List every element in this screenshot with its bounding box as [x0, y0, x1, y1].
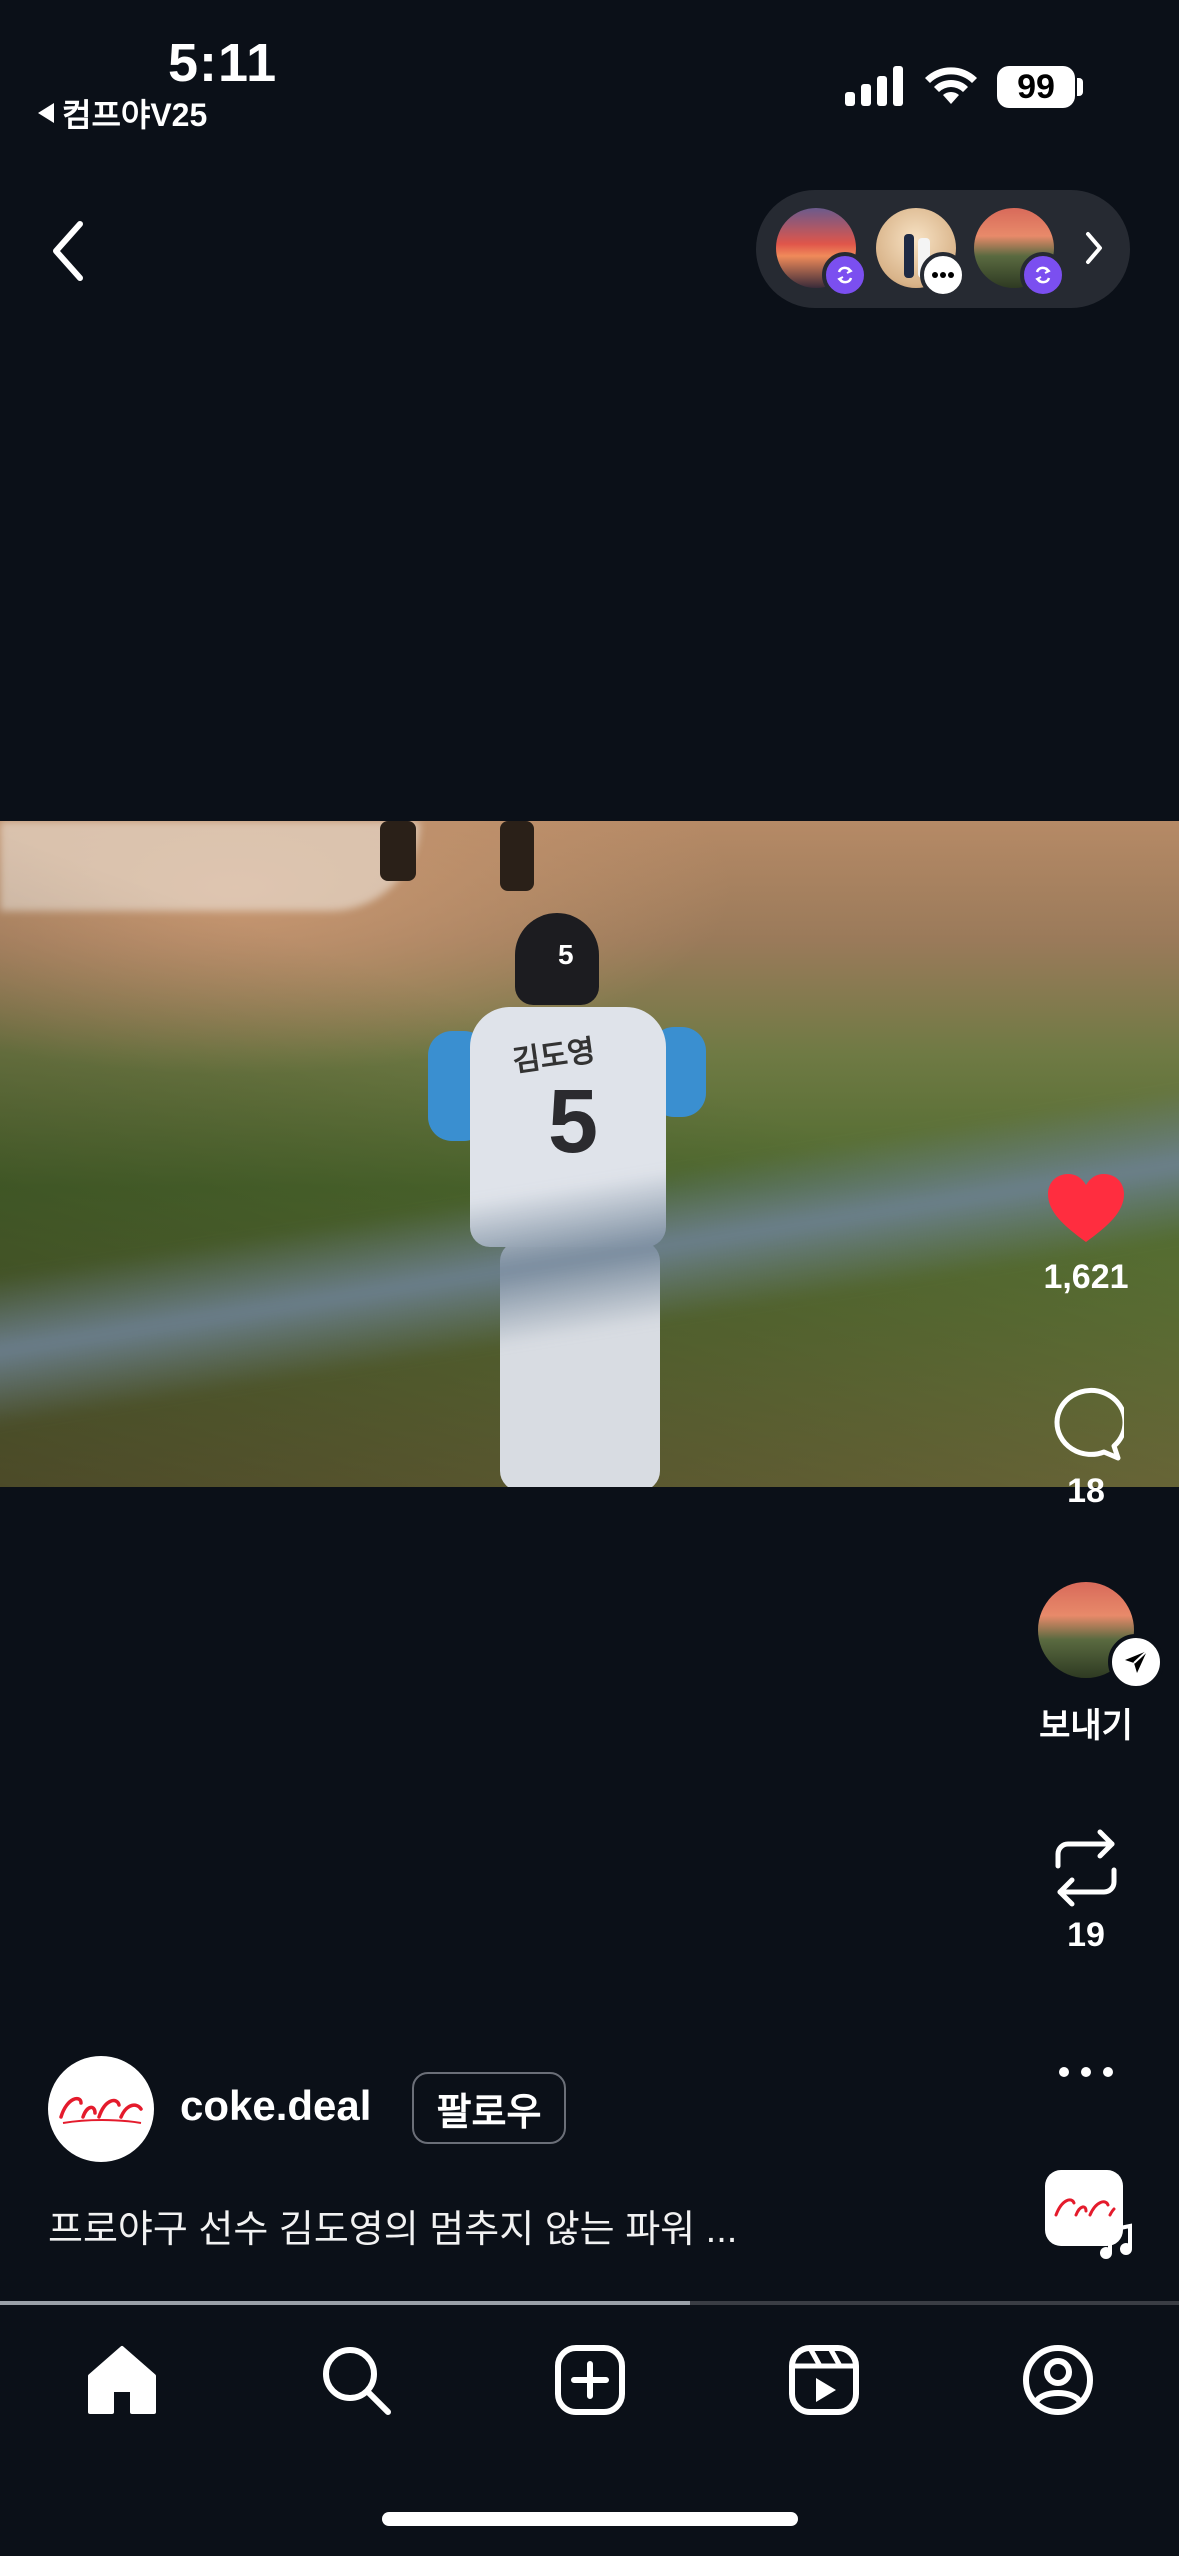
author-username[interactable]: coke.deal: [180, 2082, 371, 2130]
follow-button[interactable]: 팔로우: [412, 2072, 566, 2144]
story-avatar-couple[interactable]: [876, 208, 966, 298]
profile-icon[interactable]: [1018, 2340, 1098, 2420]
create-icon[interactable]: [550, 2340, 630, 2420]
story-avatar-sunset[interactable]: [776, 208, 868, 298]
paper-plane-icon: [1108, 1634, 1164, 1690]
battery-indicator: 99: [997, 66, 1075, 108]
back-app-label: 컴프야V25: [62, 97, 208, 133]
repost-badge-icon: [822, 252, 868, 298]
home-icon[interactable]: [82, 2340, 162, 2420]
wifi-icon: [925, 67, 977, 104]
back-chevron-icon[interactable]: [46, 218, 92, 284]
coca-cola-logo-icon: [1054, 2198, 1116, 2217]
more-icon[interactable]: [1056, 2064, 1116, 2080]
repost-count: 19: [1067, 1916, 1105, 1954]
comment-count: 18: [1067, 1472, 1105, 1510]
post-caption[interactable]: 프로야구 선수 김도영의 멈추지 않는 파워 ...: [48, 2198, 737, 2253]
helmet-number: 5: [558, 939, 574, 970]
author-avatar[interactable]: [48, 2056, 154, 2162]
home-indicator[interactable]: [382, 2512, 798, 2526]
coca-cola-logo-icon: [59, 2096, 143, 2124]
reels-icon[interactable]: [784, 2340, 864, 2420]
send-button[interactable]: 보내기: [1016, 1582, 1164, 1747]
status-time: 5:11: [168, 33, 278, 93]
jersey-number: 5: [548, 1072, 599, 1172]
chevron-right-icon[interactable]: [1082, 228, 1106, 268]
back-triangle-icon: [38, 103, 54, 123]
repost-icon[interactable]: [1048, 1826, 1124, 1910]
repost-badge-icon: [1020, 252, 1066, 298]
stories-pill[interactable]: [756, 190, 1130, 308]
reel-video[interactable]: 5 김도영 5: [0, 821, 1179, 1487]
battery-nub: [1077, 78, 1083, 96]
back-to-app-link[interactable]: 컴프야V25: [38, 90, 207, 136]
more-options-button[interactable]: [1016, 2064, 1156, 2080]
story-avatar-field[interactable]: [974, 208, 1066, 298]
player-helmet: [515, 913, 599, 1005]
send-avatar[interactable]: [1038, 1582, 1164, 1690]
send-label: 보내기: [1039, 1707, 1133, 1745]
repost-button[interactable]: 19: [1016, 1826, 1156, 1955]
search-icon[interactable]: [316, 2340, 396, 2420]
comment-icon[interactable]: [1048, 1386, 1124, 1462]
music-note-icon: [1100, 2223, 1132, 2259]
message-badge-icon: [920, 252, 966, 298]
heart-icon[interactable]: [1044, 1170, 1128, 1246]
video-progress-fill: [0, 2301, 690, 2305]
comment-button[interactable]: 18: [1016, 1386, 1156, 1511]
like-button[interactable]: 1,621: [1016, 1170, 1156, 1297]
cellular-signal-icon: [845, 62, 903, 106]
like-count: 1,621: [1043, 1258, 1129, 1296]
